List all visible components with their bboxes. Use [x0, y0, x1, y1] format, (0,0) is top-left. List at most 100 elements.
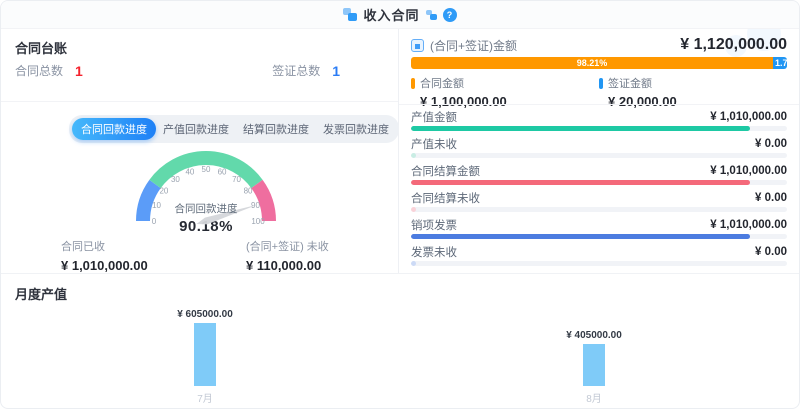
progress-tabs: 合同回款进度产值回款进度结算回款进度发票回款进度 — [69, 115, 399, 143]
metric-row: 销项发票 ¥ 1,010,000.00 — [411, 217, 787, 239]
metric-label: 合同结算金额 — [411, 163, 480, 179]
stat-value: 1 — [75, 63, 83, 79]
gauge-tick-label: 90 — [251, 201, 260, 210]
gauge-tick-label: 20 — [159, 186, 168, 195]
metric-head: 产值未收 ¥ 0.00 — [411, 136, 787, 151]
gauge-tick-label: 10 — [152, 201, 161, 210]
gauge-tick-label: 70 — [232, 175, 241, 184]
metric-row: 合同结算金额 ¥ 1,010,000.00 — [411, 163, 787, 185]
metric-head: 合同结算金额 ¥ 1,010,000.00 — [411, 163, 787, 178]
stat-label: 合同总数 — [15, 62, 63, 79]
amount-split-bar: 98.21%1.79% — [411, 57, 787, 69]
split-bar-segment: 1.79% — [773, 57, 787, 69]
gauge-footer-value: ¥ 1,010,000.00 — [61, 258, 246, 273]
tab-结算回款进度[interactable]: 结算回款进度 — [236, 118, 316, 140]
amount-summary-panel: (合同+签证)金额 ¥ 1,120,000.00 98.21%1.79% 合同金… — [399, 29, 799, 273]
metric-bar-fill — [411, 234, 750, 239]
bar-value-label: ¥ 405000.00 — [566, 330, 622, 341]
legend-value: ¥ 20,000.00 — [608, 94, 787, 109]
gauge-tick-label: 60 — [218, 168, 227, 177]
metric-label: 产值未收 — [411, 136, 457, 152]
metric-label: 销项发票 — [411, 217, 457, 233]
gauge-segment — [257, 184, 269, 221]
split-bar-segment: 98.21% — [411, 57, 773, 69]
metric-bar-track — [411, 261, 787, 266]
monthly-output-section: 月度产值 ¥ 605000.007月¥ 405000.008月 — [1, 273, 799, 409]
amount-form-icon — [411, 39, 424, 52]
metric-bar-fill — [411, 207, 416, 212]
gauge-value: 90.18% — [86, 218, 326, 235]
bar — [583, 344, 605, 386]
help-icon[interactable]: ? — [443, 8, 457, 22]
monthly-bar-chart: ¥ 605000.007月¥ 405000.008月 — [1, 274, 799, 409]
legend-head: 签证金额 — [599, 75, 787, 91]
tab-发票回款进度[interactable]: 发票回款进度 — [316, 118, 396, 140]
contract-doc-icon — [343, 8, 357, 21]
legend-value: ¥ 1,100,000.00 — [420, 94, 599, 109]
metric-head: 销项发票 ¥ 1,010,000.00 — [411, 217, 787, 232]
gauge-tick-label: 80 — [244, 186, 253, 195]
ledger-stats: 合同总数 1 签证总数 1 — [15, 62, 340, 79]
summary-header: (合同+签证)金额 ¥ 1,120,000.00 — [411, 35, 787, 55]
stat-label: 签证总数 — [272, 62, 320, 79]
bar-value-label: ¥ 605000.00 — [177, 309, 233, 320]
metric-row: 产值未收 ¥ 0.00 — [411, 136, 787, 158]
switch-view-icon[interactable] — [426, 10, 437, 20]
metric-value: ¥ 0.00 — [755, 192, 787, 204]
divider — [399, 104, 799, 105]
legend-marker — [411, 78, 415, 89]
metric-bar-track — [411, 180, 787, 185]
metric-bar-track — [411, 126, 787, 131]
metric-label: 合同结算未收 — [411, 190, 480, 206]
metric-bar-track — [411, 234, 787, 239]
split-bar-segment-label: 1.79% — [775, 58, 787, 68]
contract-ledger-panel: 合同台账 合同总数1签证总数1 合同回款进度产值回款进度结算回款进度发票回款进度… — [1, 29, 399, 273]
stat-item: 合同总数 1 — [15, 62, 83, 79]
metric-value: ¥ 0.00 — [755, 138, 787, 150]
bar — [194, 323, 216, 386]
metric-head: 合同结算未收 ¥ 0.00 — [411, 190, 787, 205]
metric-bar-fill — [411, 261, 416, 266]
summary-label: (合同+签证)金额 — [430, 37, 517, 54]
gauge-footer-item: 合同已收 ¥ 1,010,000.00 — [61, 238, 246, 273]
metric-bar-fill — [411, 153, 416, 158]
bar-month-label: 7月 — [160, 390, 250, 405]
bar-group: ¥ 605000.007月 — [160, 309, 250, 386]
page-title: 收入合同 — [363, 5, 419, 24]
metric-bar-fill — [411, 180, 750, 185]
gauge-footer-label: 合同已收 — [61, 238, 246, 254]
metric-bar-fill — [411, 126, 750, 131]
income-contract-dashboard: 收入合同 ? 合同台账 合同总数1签证总数1 合同回款进度产值回款进度结算回款进… — [0, 0, 800, 409]
stat-item: 签证总数 1 — [272, 62, 340, 79]
divider — [1, 101, 398, 102]
legend-label: 签证金额 — [608, 75, 652, 91]
metric-row: 发票未收 ¥ 0.00 — [411, 244, 787, 266]
gauge-tick-label: 50 — [202, 165, 211, 174]
tab-合同回款进度[interactable]: 合同回款进度 — [72, 118, 156, 140]
gauge-label: 合同回款进度 — [175, 202, 238, 215]
metric-row: 产值金额 ¥ 1,010,000.00 — [411, 109, 787, 131]
metric-bar-track — [411, 153, 787, 158]
gauge-segment — [155, 158, 257, 184]
stat-value: 1 — [332, 63, 340, 79]
page-header: 收入合同 ? — [1, 1, 799, 29]
gauge-segment — [143, 184, 155, 221]
metric-head: 产值金额 ¥ 1,010,000.00 — [411, 109, 787, 124]
tab-产值回款进度[interactable]: 产值回款进度 — [156, 118, 236, 140]
main-content: 合同台账 合同总数1签证总数1 合同回款进度产值回款进度结算回款进度发票回款进度… — [1, 29, 799, 273]
metric-list: 产值金额 ¥ 1,010,000.00 产值未收 ¥ 0.00 合同结算金额 ¥ 1,01… — [411, 109, 787, 271]
metric-bar-track — [411, 207, 787, 212]
metric-value: ¥ 1,010,000.00 — [710, 165, 787, 177]
metric-value: ¥ 1,010,000.00 — [710, 111, 787, 123]
metric-row: 合同结算未收 ¥ 0.00 — [411, 190, 787, 212]
legend-head: 合同金额 — [411, 75, 599, 91]
metric-value: ¥ 0.00 — [755, 246, 787, 258]
metric-label: 产值金额 — [411, 109, 457, 125]
bar-group: ¥ 405000.008月 — [549, 330, 639, 386]
gauge-tick-label: 40 — [185, 168, 194, 177]
gauge-tick-label: 30 — [171, 175, 180, 184]
gauge-footer: 合同已收¥ 1,010,000.00(合同+签证) 未收¥ 110,000.00 — [61, 238, 431, 273]
legend-label: 合同金额 — [420, 75, 464, 91]
metric-value: ¥ 1,010,000.00 — [710, 219, 787, 231]
metric-label: 发票未收 — [411, 244, 457, 260]
